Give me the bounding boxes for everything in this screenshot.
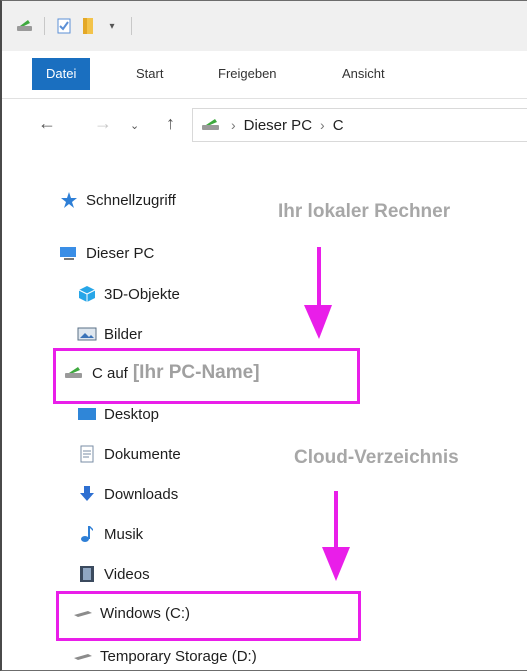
arrow-down-icon bbox=[322, 491, 350, 581]
tree-item-windows-c[interactable]: Windows (C:) bbox=[72, 604, 190, 622]
tree-item-label: Videos bbox=[104, 565, 150, 583]
breadcrumb-c[interactable]: C bbox=[333, 117, 344, 134]
tree-item-label: Temporary Storage (D:) bbox=[100, 647, 257, 665]
ribbon-tabs: Datei Start Freigeben Ansicht bbox=[2, 51, 527, 99]
tree-item-bilder[interactable]: Bilder bbox=[76, 325, 142, 343]
annotation-pc-name: [Ihr PC-Name] bbox=[132, 362, 260, 383]
tree-item-label: 3D-Objekte bbox=[104, 285, 180, 303]
tree-item-label: Musik bbox=[104, 525, 144, 543]
tree-item-label: Schnellzugriff bbox=[86, 191, 176, 209]
forward-icon[interactable]: → bbox=[94, 113, 112, 134]
tab-datei[interactable]: Datei bbox=[32, 58, 91, 90]
annotation-local-machine: Ihr lokaler Rechner bbox=[278, 201, 451, 222]
recent-locations-icon[interactable]: ⌄ bbox=[130, 119, 139, 132]
tree-item-desktop[interactable]: Desktop bbox=[76, 405, 159, 423]
tab-start[interactable]: Start bbox=[132, 58, 167, 90]
document-icon bbox=[76, 445, 98, 463]
pictures-icon bbox=[76, 325, 98, 343]
annotation-cloud-directory: Cloud-Verzeichnis bbox=[294, 447, 459, 468]
tree-item-label: C auf bbox=[92, 364, 128, 382]
arrow-down-icon bbox=[304, 247, 332, 339]
tree-item-c-auf-pc[interactable]: C auf [Ihr PC-Name] bbox=[64, 362, 260, 384]
tree-item-3d-objekte[interactable]: 3D-Objekte bbox=[76, 285, 180, 303]
tree-item-label: Windows (C:) bbox=[100, 604, 191, 622]
up-icon[interactable]: ↑ bbox=[166, 113, 175, 134]
breadcrumb-dieser-pc[interactable]: Dieser PC bbox=[244, 117, 312, 134]
tree-item-label: Desktop bbox=[104, 405, 160, 423]
tree-item-label: Dokumente bbox=[104, 445, 181, 463]
tab-ansicht[interactable]: Ansicht bbox=[338, 58, 389, 90]
properties-icon[interactable] bbox=[55, 17, 73, 35]
drive-icon bbox=[72, 647, 94, 665]
network-drive-icon bbox=[201, 118, 223, 132]
quick-access-toolbar: ▾ bbox=[16, 17, 136, 35]
navigation-bar: ← → ⌄ ↑ › Dieser PC › C bbox=[2, 99, 527, 149]
toolbar-divider bbox=[131, 17, 132, 35]
explorer-window: ▾ Datei Start Freigeben Ansicht ← → ⌄ ↑ … bbox=[0, 0, 527, 671]
tab-freigeben[interactable]: Freigeben bbox=[214, 58, 281, 90]
computer-icon bbox=[58, 244, 80, 262]
address-bar[interactable]: › Dieser PC › C bbox=[192, 108, 527, 142]
tree-item-downloads[interactable]: Downloads bbox=[76, 485, 178, 503]
title-bar: ▾ bbox=[2, 1, 527, 51]
drive-icon bbox=[72, 604, 94, 622]
tree-item-videos[interactable]: Videos bbox=[76, 565, 150, 583]
customize-toolbar-icon[interactable]: ▾ bbox=[103, 17, 121, 35]
breadcrumb-separator-icon: › bbox=[320, 117, 325, 133]
music-note-icon bbox=[76, 525, 98, 543]
tree-item-dokumente[interactable]: Dokumente bbox=[76, 445, 181, 463]
desktop-icon bbox=[76, 405, 98, 423]
toolbar-divider bbox=[44, 17, 45, 35]
star-icon bbox=[58, 191, 80, 209]
network-drive-icon bbox=[64, 364, 86, 382]
new-folder-icon[interactable] bbox=[79, 17, 97, 35]
network-drive-icon[interactable] bbox=[16, 17, 34, 35]
breadcrumb-separator-icon: › bbox=[231, 117, 236, 133]
tree-item-label: Downloads bbox=[104, 485, 179, 503]
tree-item-temporary-storage-d[interactable]: Temporary Storage (D:) bbox=[72, 647, 257, 665]
download-arrow-icon bbox=[76, 485, 98, 503]
cube-icon bbox=[76, 285, 98, 303]
film-icon bbox=[76, 565, 98, 583]
tree-item-label: Bilder bbox=[104, 325, 143, 343]
tree-item-musik[interactable]: Musik bbox=[76, 525, 143, 543]
tree-item-schnellzugriff[interactable]: Schnellzugriff bbox=[58, 191, 176, 209]
tree-item-dieser-pc[interactable]: Dieser PC bbox=[58, 244, 154, 262]
back-icon[interactable]: ← bbox=[38, 113, 56, 134]
tree-item-label: Dieser PC bbox=[86, 244, 155, 262]
